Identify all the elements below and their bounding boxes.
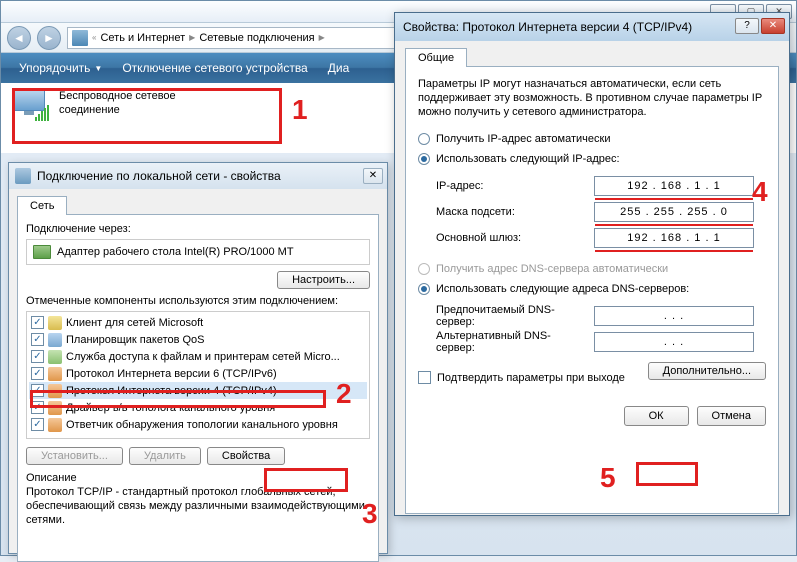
client-icon: [48, 316, 62, 330]
dialog-titlebar: Свойства: Протокол Интернета версии 4 (T…: [395, 13, 789, 41]
checkbox[interactable]: [31, 333, 44, 346]
responder-icon: [48, 418, 62, 432]
close-button[interactable]: ✕: [363, 168, 383, 184]
preferred-dns-label: Предпочитаемый DNS-сервер:: [436, 304, 586, 328]
organize-menu[interactable]: Упорядочить ▼: [9, 57, 112, 79]
share-icon: [48, 350, 62, 364]
manual-dns-label: Использовать следующие адреса DNS-сервер…: [436, 283, 689, 295]
alternate-dns-label: Альтернативный DNS-сервер:: [436, 330, 586, 354]
diagnose-button[interactable]: Диа: [318, 57, 360, 79]
protocol-icon: [48, 367, 62, 381]
dialog-title: Подключение по локальной сети - свойства: [37, 169, 281, 183]
network-icon: [72, 30, 88, 46]
preferred-dns-input[interactable]: . . .: [594, 306, 754, 326]
alternate-dns-input[interactable]: . . .: [594, 332, 754, 352]
checkbox[interactable]: [31, 350, 44, 363]
dialog-title: Свойства: Протокол Интернета версии 4 (T…: [403, 20, 692, 34]
manual-ip-label: Использовать следующий IP-адрес:: [436, 153, 620, 165]
chevron-right-icon: ▶: [189, 33, 195, 42]
breadcrumb-arrow-icon: «: [92, 33, 96, 42]
dialog-titlebar: Подключение по локальной сети - свойства…: [9, 163, 387, 189]
manual-dns-radio-row[interactable]: Использовать следующие адреса DNS-сервер…: [418, 279, 766, 299]
configure-button[interactable]: Настроить...: [277, 271, 370, 289]
protocol-icon: [48, 384, 62, 398]
install-button[interactable]: Установить...: [26, 447, 123, 465]
wireless-connection-item[interactable]: Беспроводное сетевое соединение: [9, 87, 274, 123]
advanced-button[interactable]: Дополнительно...: [648, 362, 766, 380]
description-heading: Описание: [26, 471, 370, 485]
ip-address-input[interactable]: 192 . 168 . 1 . 1: [594, 176, 754, 196]
wireless-connection-icon: [11, 89, 51, 121]
checkbox[interactable]: [31, 418, 44, 431]
list-item[interactable]: Планировщик пакетов QoS: [29, 331, 367, 348]
ok-button[interactable]: ОК: [624, 406, 689, 426]
help-button[interactable]: ?: [735, 18, 759, 34]
auto-ip-label: Получить IP-адрес автоматически: [436, 133, 610, 145]
driver-icon: [48, 401, 62, 415]
back-button[interactable]: ◄: [7, 26, 31, 50]
tab-general[interactable]: Общие: [405, 48, 467, 67]
checkbox[interactable]: [31, 384, 44, 397]
breadcrumb-item[interactable]: Сеть и Интернет: [100, 32, 185, 44]
chevron-down-icon: ▼: [94, 64, 102, 73]
components-label: Отмеченные компоненты используются этим …: [26, 295, 370, 307]
auto-ip-radio-row[interactable]: Получить IP-адрес автоматически: [418, 129, 766, 149]
checkbox[interactable]: [31, 316, 44, 329]
ipv4-properties-dialog: Свойства: Протокол Интернета версии 4 (T…: [394, 12, 790, 516]
subnet-mask-label: Маска подсети:: [436, 206, 586, 218]
list-item[interactable]: Драйвер в/в тополога канального уровня: [29, 399, 367, 416]
cancel-button[interactable]: Отмена: [697, 406, 766, 426]
checkbox[interactable]: [31, 401, 44, 414]
lan-properties-dialog: Подключение по локальной сети - свойства…: [8, 162, 388, 554]
properties-button[interactable]: Свойства: [207, 447, 285, 465]
breadcrumb-item[interactable]: Сетевые подключения: [199, 32, 314, 44]
checkbox[interactable]: [31, 367, 44, 380]
scheduler-icon: [48, 333, 62, 347]
list-item-ipv4[interactable]: Протокол Интернета версии 4 (TCP/IPv4): [29, 382, 367, 399]
forward-button[interactable]: ►: [37, 26, 61, 50]
confirm-on-exit-label: Подтвердить параметры при выходе: [437, 372, 625, 384]
radio[interactable]: [418, 133, 430, 145]
list-item[interactable]: Протокол Интернета версии 6 (TCP/IPv6): [29, 365, 367, 382]
info-text: Параметры IP могут назначаться автоматич…: [418, 77, 766, 119]
components-list[interactable]: Клиент для сетей Microsoft Планировщик п…: [26, 311, 370, 439]
remove-button[interactable]: Удалить: [129, 447, 201, 465]
gateway-label: Основной шлюз:: [436, 232, 586, 244]
adapter-icon: [33, 245, 51, 259]
adapter-name: Адаптер рабочего стола Intel(R) PRO/1000…: [57, 246, 294, 258]
tab-network[interactable]: Сеть: [17, 196, 67, 215]
close-button[interactable]: ✕: [761, 18, 785, 34]
radio: [418, 263, 430, 275]
auto-dns-radio-row: Получить адрес DNS-сервера автоматически: [418, 259, 766, 279]
ip-address-label: IP-адрес:: [436, 180, 586, 192]
general-tab-panel: Параметры IP могут назначаться автоматич…: [405, 66, 779, 514]
list-item[interactable]: Клиент для сетей Microsoft: [29, 314, 367, 331]
list-item[interactable]: Служба доступа к файлам и принтерам сете…: [29, 348, 367, 365]
auto-dns-label: Получить адрес DNS-сервера автоматически: [436, 263, 668, 275]
connect-via-label: Подключение через:: [26, 223, 370, 235]
list-item[interactable]: Ответчик обнаружения топологии канальног…: [29, 416, 367, 433]
connection-icon: [15, 168, 31, 184]
radio[interactable]: [418, 283, 430, 295]
disable-device-button[interactable]: Отключение сетевого устройства: [112, 57, 317, 79]
signal-icon: [35, 105, 49, 121]
network-tab-panel: Подключение через: Адаптер рабочего стол…: [17, 214, 379, 562]
manual-ip-radio-row[interactable]: Использовать следующий IP-адрес:: [418, 149, 766, 169]
chevron-right-icon: ▶: [319, 33, 325, 42]
radio[interactable]: [418, 153, 430, 165]
description-text: Протокол TCP/IP - стандартный протокол г…: [26, 485, 370, 527]
wireless-connection-label: Беспроводное сетевое соединение: [59, 89, 176, 117]
checkbox[interactable]: [418, 371, 431, 384]
adapter-field: Адаптер рабочего стола Intel(R) PRO/1000…: [26, 239, 370, 265]
subnet-mask-input[interactable]: 255 . 255 . 255 . 0: [594, 202, 754, 222]
gateway-input[interactable]: 192 . 168 . 1 . 1: [594, 228, 754, 248]
